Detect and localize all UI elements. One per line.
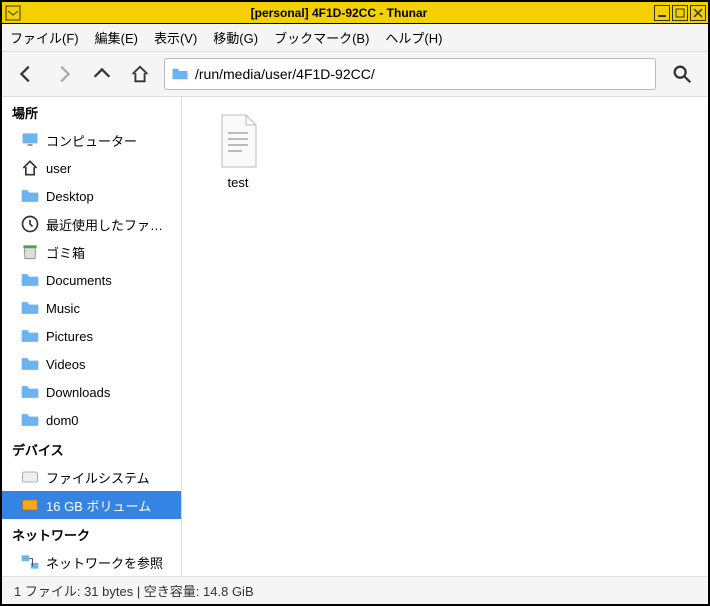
sidebar-item-label: user [46, 161, 71, 176]
trash-icon [20, 242, 40, 262]
menu-help[interactable]: ヘルプ(H) [385, 28, 442, 47]
sidebar-item-places-8[interactable]: Videos [2, 350, 181, 378]
folder-icon [171, 65, 189, 83]
back-button[interactable] [12, 60, 40, 88]
forward-button[interactable] [50, 60, 78, 88]
sidebar-item-label: 最近使用したファ… [46, 215, 163, 234]
folder-icon [20, 298, 40, 318]
sidebar-header-devices: デバイス [2, 434, 181, 463]
sidebar-item-places-3[interactable]: 最近使用したファ… [2, 210, 181, 238]
path-input[interactable] [195, 66, 649, 82]
folder-icon [20, 410, 40, 430]
sidebar-item-label: Downloads [46, 385, 110, 400]
folder-icon [20, 382, 40, 402]
menu-view[interactable]: 表示(V) [154, 28, 197, 47]
close-button[interactable] [690, 5, 706, 21]
folder-icon [20, 326, 40, 346]
sidebar-item-label: ネットワークを参照 [46, 553, 163, 572]
menu-go[interactable]: 移動(G) [213, 28, 258, 47]
sidebar-item-label: Videos [46, 357, 86, 372]
folder-icon [20, 354, 40, 374]
clock-icon [20, 214, 40, 234]
sidebar-item-label: Desktop [46, 189, 94, 204]
sidebar-item-places-7[interactable]: Pictures [2, 322, 181, 350]
sidebar-header-network: ネットワーク [2, 519, 181, 548]
up-button[interactable] [88, 60, 116, 88]
maximize-button[interactable] [672, 5, 688, 21]
sidebar-item-places-1[interactable]: user [2, 154, 181, 182]
sidebar-item-places-2[interactable]: Desktop [2, 182, 181, 210]
monitor-icon [20, 130, 40, 150]
file-area[interactable]: test [182, 97, 708, 576]
folder-icon [20, 270, 40, 290]
sidebar-item-places-5[interactable]: Documents [2, 266, 181, 294]
sidebar-item-label: Documents [46, 273, 112, 288]
home-button[interactable] [126, 60, 154, 88]
sidebar-item-devices-0[interactable]: ファイルシステム [2, 463, 181, 491]
file-label: test [228, 175, 249, 190]
disk-icon [20, 467, 40, 487]
home-icon [20, 158, 40, 178]
sidebar-item-label: 16 GB ボリューム [46, 496, 151, 515]
sidebar-item-label: Pictures [46, 329, 93, 344]
folder-icon [20, 186, 40, 206]
window-title: [personal] 4F1D-92CC - Thunar [24, 6, 654, 20]
menubar: ファイル(F) 編集(E) 表示(V) 移動(G) ブックマーク(B) ヘルプ(… [2, 24, 708, 52]
sidebar-item-label: コンピューター [46, 131, 137, 150]
sidebar-item-label: dom0 [46, 413, 79, 428]
sidebar-header-places: 場所 [2, 97, 181, 126]
file-item[interactable]: test [198, 113, 278, 190]
sidebar-item-places-6[interactable]: Music [2, 294, 181, 322]
minimize-button[interactable] [654, 5, 670, 21]
sidebar-item-places-4[interactable]: ゴミ箱 [2, 238, 181, 266]
statusbar: 1 ファイル: 31 bytes | 空き容量: 14.8 GiB [2, 576, 708, 604]
network-icon [20, 552, 40, 572]
menu-bookmarks[interactable]: ブックマーク(B) [274, 28, 369, 47]
search-button[interactable] [666, 58, 698, 90]
sidebar-item-label: Music [46, 301, 80, 316]
sidebar-item-devices-1[interactable]: 16 GB ボリューム [2, 491, 181, 519]
text-file-icon [214, 113, 262, 169]
disk-orange-icon [20, 495, 40, 515]
titlebar: [personal] 4F1D-92CC - Thunar [2, 2, 708, 24]
sidebar-item-network-0[interactable]: ネットワークを参照 [2, 548, 181, 576]
sidebar-item-places-9[interactable]: Downloads [2, 378, 181, 406]
menu-file[interactable]: ファイル(F) [10, 28, 79, 47]
path-bar[interactable] [164, 58, 656, 90]
sidebar-item-label: ゴミ箱 [46, 243, 85, 262]
sidebar-item-label: ファイルシステム [46, 468, 150, 487]
sidebar-item-places-0[interactable]: コンピューター [2, 126, 181, 154]
toolbar [2, 52, 708, 97]
sidebar: 場所 コンピューター user Desktop 最近使用したファ… ゴミ箱 Documen… [2, 97, 182, 576]
app-menu-icon[interactable] [5, 5, 21, 21]
sidebar-item-places-10[interactable]: dom0 [2, 406, 181, 434]
menu-edit[interactable]: 編集(E) [95, 28, 138, 47]
